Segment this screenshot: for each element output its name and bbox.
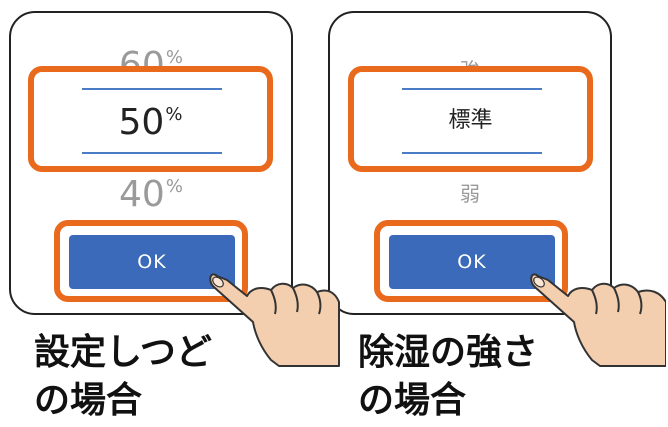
right-caption: 除湿の強さ の場合 xyxy=(358,329,538,425)
caption-line-1: 除湿の強さ xyxy=(358,332,539,373)
strength-selection-highlight[interactable]: 標準 xyxy=(348,66,593,172)
caption-line-2: の場合 xyxy=(34,380,143,421)
tapping-hand-icon xyxy=(209,273,340,367)
caption-line-2: の場合 xyxy=(358,380,467,421)
option-unit: % xyxy=(165,104,183,125)
strength-selected-value: 標準 xyxy=(448,108,493,133)
strength-option-lower[interactable]: 弱 xyxy=(330,183,610,205)
option-value: 40 xyxy=(119,174,165,215)
tapping-hand-icon xyxy=(530,273,666,367)
humidity-selected-value: 50% xyxy=(34,104,267,141)
picker-divider-top xyxy=(402,88,542,90)
humidity-selection-highlight[interactable]: 50% xyxy=(28,66,273,172)
option-value: 50 xyxy=(118,102,165,143)
picker-divider-bottom xyxy=(402,152,542,154)
caption-line-1: 設定しつど xyxy=(34,332,212,373)
picker-divider-bottom xyxy=(82,152,222,154)
picker-divider-top xyxy=(82,88,222,90)
humidity-option-lower[interactable]: 40% xyxy=(11,176,291,213)
option-unit: % xyxy=(165,47,183,68)
option-unit: % xyxy=(165,176,183,197)
left-caption: 設定しつど の場合 xyxy=(34,329,212,425)
